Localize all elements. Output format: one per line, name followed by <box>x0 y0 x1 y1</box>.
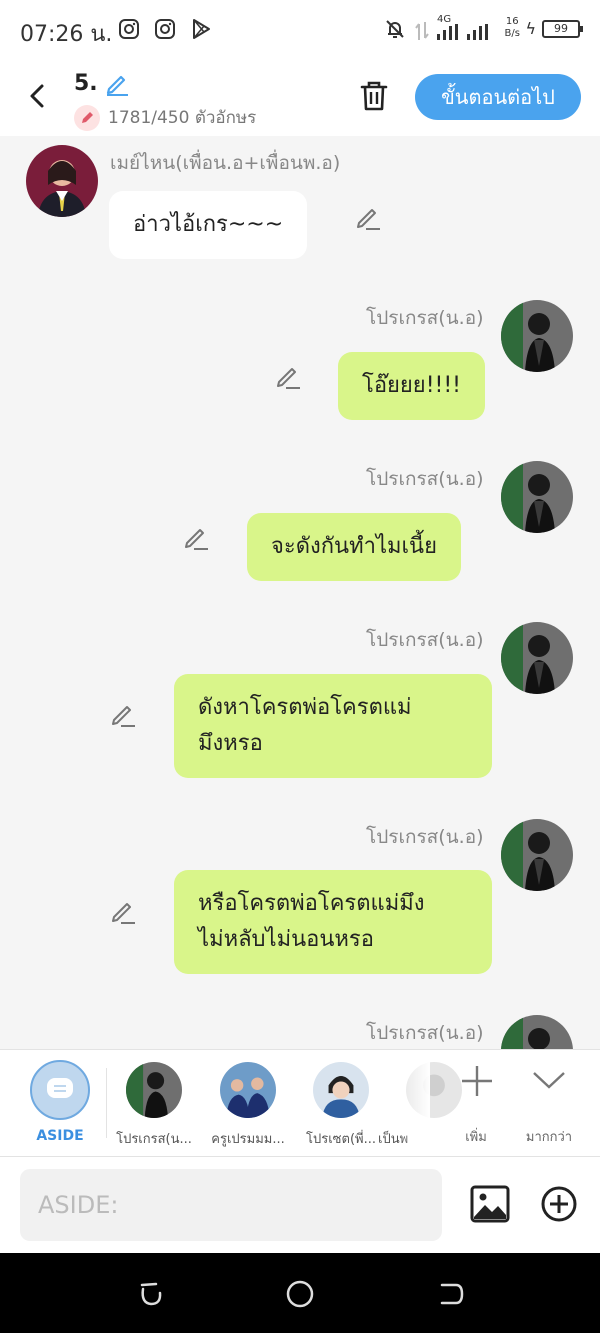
message-text: จะดังกันทำไมเนี้ย <box>271 534 437 559</box>
trash-icon[interactable] <box>356 78 392 114</box>
aside-button[interactable] <box>30 1060 90 1120</box>
message-sender: โปรเกรส(น.อ) <box>366 629 484 651</box>
header: 5. 1781/450 ตัวอักษร ขั้นตอนต่อไป <box>0 60 600 136</box>
play-store-icon <box>193 19 210 39</box>
chat-bubble-icon <box>47 1078 73 1098</box>
avatar <box>126 1062 182 1118</box>
message-text: หรือโครตพ่อโครตแม่มึง <box>198 891 425 916</box>
mute-bell-icon <box>386 20 404 38</box>
instagram-icon <box>119 19 139 39</box>
charging-icon: ϟ <box>525 19 536 38</box>
edit-icon[interactable] <box>274 362 302 390</box>
avatar <box>220 1062 276 1118</box>
avatar[interactable] <box>501 1015 573 1049</box>
net-speed: 16 B/s <box>504 16 520 39</box>
edit-icon[interactable] <box>354 203 382 231</box>
back-nav-icon[interactable] <box>436 1279 466 1309</box>
avatar[interactable] <box>501 819 573 891</box>
message-text: ดังหาโครตพ่อโครตแม่ <box>198 695 412 720</box>
page-title: 5. <box>74 70 98 96</box>
character-label: ครูเปรมมม... <box>211 1132 285 1147</box>
more-button[interactable]: มากกว่า <box>518 1060 580 1145</box>
image-icon[interactable] <box>470 1185 510 1223</box>
instagram-icon <box>155 19 175 39</box>
next-step-button[interactable]: ขั้นตอนต่อไป <box>415 74 581 120</box>
message-bubble[interactable]: หรือโครตพ่อโครตแม่มึง ไม่หลับไม่นอนหรอ <box>174 870 492 974</box>
message-sender: โปรเกรส(น.อ) <box>366 307 484 329</box>
add-character-button[interactable]: เพิ่ม <box>446 1060 506 1145</box>
avatar[interactable] <box>26 145 98 217</box>
strip-fade <box>400 1050 430 1156</box>
message-input[interactable] <box>20 1169 442 1241</box>
message-sender: เมย์ไหน(เพื่อน.อ+เพื่อนพ.อ) <box>110 152 341 174</box>
status-time: 07:26 น. <box>20 22 113 47</box>
message-sender: โปรเกรส(น.อ) <box>366 468 484 490</box>
chevron-down-icon <box>533 1072 565 1089</box>
character-strip: ASIDE โปรเกรส(น... ครูเปรมมม... โปรเซต(พ… <box>0 1049 600 1157</box>
status-bar: 07:26 น. 4G 16 B/s ϟ 99 <box>0 0 600 60</box>
input-bar <box>0 1157 600 1253</box>
title-row: 5. <box>74 70 130 96</box>
avatar[interactable] <box>501 300 573 372</box>
edit-icon[interactable] <box>182 523 210 551</box>
back-button[interactable] <box>20 78 56 114</box>
plus-icon <box>462 1066 492 1096</box>
message-bubble[interactable]: โอ๊ยยย!!!! <box>338 352 485 420</box>
char-count-text: 1781/450 ตัวอักษร <box>108 108 257 128</box>
message-text: ไม่หลับไม่นอนหรอ <box>198 927 374 952</box>
avatar <box>313 1062 369 1118</box>
edit-icon[interactable] <box>109 700 137 728</box>
edit-icon[interactable] <box>109 897 137 925</box>
message-bubble[interactable]: ดังหาโครตพ่อโครตแม่ มึงหรอ <box>174 674 492 778</box>
edit-title-icon[interactable] <box>104 70 130 96</box>
avatar[interactable] <box>501 622 573 694</box>
data-arrows-icon <box>415 22 429 40</box>
add-label: เพิ่ม <box>465 1130 487 1145</box>
aside-label: ASIDE <box>36 1128 84 1144</box>
signal-icon <box>437 24 488 40</box>
message-sender: โปรเกรส(น.อ) <box>366 1022 484 1044</box>
home-icon[interactable] <box>285 1279 315 1309</box>
character-label: โปรเกรส(น... <box>116 1132 192 1147</box>
recent-apps-icon[interactable] <box>136 1279 166 1309</box>
message-text: อ่าวไอ้เกร~~~ <box>133 212 284 237</box>
char-counter: 1781/450 ตัวอักษร <box>74 104 256 131</box>
pencil-icon <box>74 104 100 131</box>
message-sender: โปรเกรส(น.อ) <box>366 826 484 848</box>
message-bubble[interactable]: อ่าวไอ้เกร~~~ <box>109 191 308 259</box>
chat-area[interactable]: เมย์ไหน(เพื่อน.อ+เพื่อนพ.อ) อ่าวไอ้เกร~~… <box>0 136 600 1049</box>
message-text: โอ๊ยยย!!!! <box>362 373 461 398</box>
battery-icon: 99 <box>542 20 583 38</box>
more-label: มากกว่า <box>525 1130 573 1145</box>
system-nav-bar <box>0 1253 600 1333</box>
add-circle-icon[interactable] <box>540 1185 578 1223</box>
message-bubble[interactable]: จะดังกันทำไมเนี้ย <box>247 513 461 581</box>
message-text: มึงหรอ <box>198 731 263 756</box>
avatar[interactable] <box>501 461 573 533</box>
